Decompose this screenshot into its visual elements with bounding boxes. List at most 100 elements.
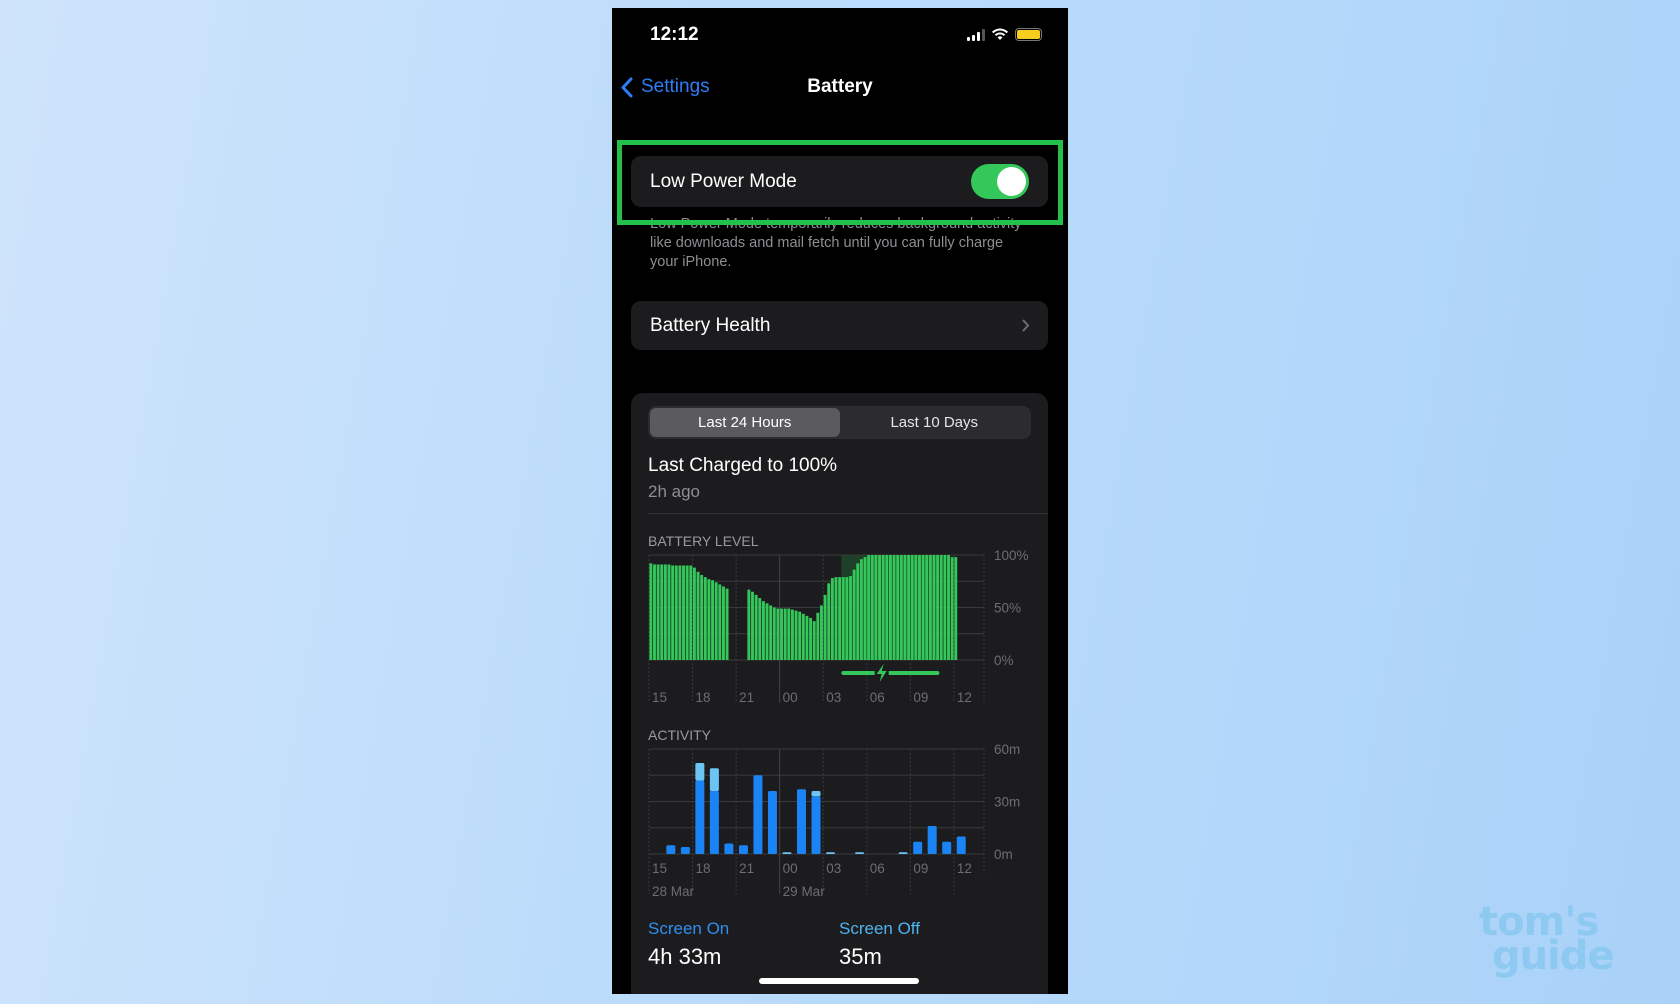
battery-bar (950, 557, 954, 660)
battery-bar (820, 605, 823, 660)
activity-bar-screen-on (811, 796, 821, 854)
x-tick-label: 18 (696, 690, 711, 705)
battery-bar (685, 565, 689, 660)
battery-bar (751, 591, 754, 660)
activity-bar-screen-on (738, 845, 748, 854)
activity-bar-screen-on (680, 847, 690, 854)
screen-off-value: 35m (839, 944, 882, 969)
x-tick-label: 03 (826, 690, 841, 705)
battery-bar (881, 555, 885, 660)
y-tick-label: 30m (994, 795, 1020, 810)
battery-bar (787, 608, 791, 660)
page-title: Battery (807, 76, 873, 97)
activity-bar-screen-on (927, 826, 937, 854)
activity-bar-screen-off (898, 852, 908, 854)
screen-off-label: Screen Off (839, 919, 920, 938)
battery-bar (845, 577, 849, 660)
home-indicator[interactable] (759, 978, 919, 984)
battery-bar (798, 611, 802, 660)
battery-bar (928, 555, 932, 660)
battery-bar (856, 563, 860, 660)
battery-bar (812, 621, 816, 660)
x-tick-label: 09 (913, 690, 928, 705)
activity-bar-screen-on (913, 841, 923, 854)
battery-bar (838, 577, 842, 660)
battery-bar (939, 555, 943, 660)
highlight-box (617, 140, 1063, 225)
battery-bar (718, 584, 722, 660)
activity-bar-screen-off (782, 852, 792, 854)
divider (648, 513, 1048, 514)
x-tick-label: 15 (652, 861, 667, 876)
battery-bar (780, 608, 783, 660)
activity-bar-screen-on (666, 845, 676, 854)
date-label: 28 Mar (652, 884, 695, 899)
tab-last-24-hours[interactable]: Last 24 Hours (650, 408, 840, 437)
activity-bar-screen-off (695, 763, 705, 781)
battery-level-heading: BATTERY LEVEL (648, 533, 759, 549)
battery-bar (936, 555, 940, 660)
battery-bar (707, 579, 711, 660)
activity-bar-screen-on (942, 841, 952, 854)
battery-bar (834, 577, 838, 660)
tab-last-10-days[interactable]: Last 10 Days (840, 408, 1030, 437)
battery-bar (801, 613, 805, 660)
cellular-signal-icon (967, 28, 985, 41)
battery-bar (932, 555, 936, 660)
activity-bar-screen-on (724, 843, 734, 854)
screen-on-value: 4h 33m (648, 944, 722, 969)
charts: 100% 50% 0% 15 18 21 00 03 06 09 12 60m 30m 0m 15 18 21 0… (648, 548, 1029, 899)
x-tick-label: 15 (652, 690, 667, 705)
battery-bar (769, 605, 773, 660)
battery-bar (656, 564, 660, 660)
status-time: 12:12 (650, 24, 699, 45)
x-tick-label: 00 (783, 861, 798, 876)
chevron-right-icon (1022, 319, 1030, 332)
battery-bar (830, 578, 834, 660)
battery-bar (841, 577, 845, 660)
battery-bar (823, 594, 827, 660)
battery-bar (682, 565, 685, 660)
x-tick-label: 06 (870, 861, 885, 876)
battery-bar (867, 555, 871, 660)
battery-bar (794, 610, 798, 660)
battery-icon (1015, 28, 1042, 41)
y-tick-label: 0m (994, 847, 1013, 862)
wifi-icon (992, 28, 1008, 40)
screen-on-label: Screen On (648, 919, 730, 938)
y-tick-label: 100% (994, 548, 1029, 563)
battery-bar (910, 555, 914, 660)
battery-bar (765, 603, 769, 660)
battery-bar (870, 555, 874, 660)
battery-bar (878, 555, 881, 660)
battery-bar (776, 608, 780, 660)
activity-bar-screen-off (855, 852, 865, 854)
battery-bar (649, 563, 653, 660)
battery-bar (805, 615, 809, 660)
battery-bar (809, 618, 813, 660)
y-tick-label: 60m (994, 742, 1020, 757)
battery-bar (874, 555, 878, 660)
battery-bar (758, 598, 762, 660)
y-tick-label: 0% (994, 653, 1014, 668)
battery-bar (816, 612, 820, 660)
activity-bar-screen-on (753, 775, 763, 854)
last-charged-title: Last Charged to 100% (648, 455, 838, 476)
battery-bar (772, 607, 776, 660)
battery-bar (943, 555, 947, 660)
charging-indicator-bar (841, 671, 940, 675)
activity-bar-screen-on (797, 789, 806, 854)
battery-health-row[interactable]: Battery Health (631, 301, 1048, 350)
x-tick-label: 00 (783, 690, 798, 705)
last-charged-ago: 2h ago (648, 482, 700, 501)
battery-bar (667, 564, 671, 660)
battery-bar (725, 588, 729, 660)
battery-bar (885, 555, 889, 660)
battery-bar (754, 594, 758, 660)
battery-bar (692, 567, 696, 660)
battery-bar (663, 564, 667, 660)
battery-bar (689, 565, 693, 660)
phone-screen: 12:12 Settings Battery Low Power Mode Lo… (612, 8, 1068, 994)
battery-bar (700, 574, 704, 660)
battery-bar (899, 555, 903, 660)
